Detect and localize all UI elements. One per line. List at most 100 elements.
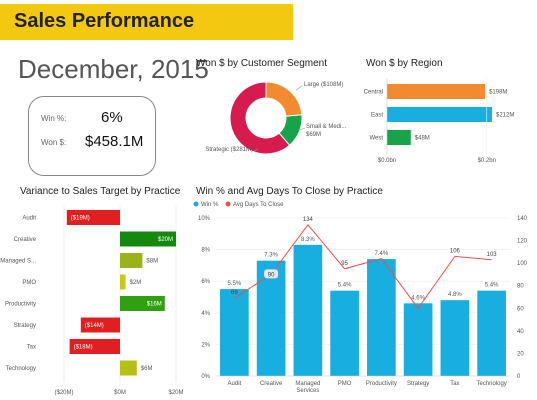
win-pct-bar-productivity — [367, 259, 396, 376]
combo-right-tick: 0 — [517, 374, 521, 380]
combo-right-tick: 20 — [517, 351, 524, 357]
variance-category-label: PMO — [22, 280, 36, 286]
combo-left-tick: 0% — [201, 374, 210, 380]
legend-marker-win-pct — [193, 201, 199, 207]
donut-leader-line — [295, 85, 303, 91]
variance-data-label: $16M — [147, 302, 162, 308]
region-x-tick: $0.0bn — [378, 158, 396, 164]
combo-category-label: Managed — [295, 381, 320, 387]
win-pct-label: Win %: — [41, 114, 67, 123]
legend-marker-avg-days — [225, 201, 231, 207]
variance-bar-chart[interactable]: ($20M) $0M $20M Audit ($19M) Creative $20M Mana… — [0, 200, 190, 400]
segment-chart-title: Won $ by Customer Segment — [196, 58, 327, 69]
combo-right-tick: 120 — [517, 239, 528, 245]
donut-label-strategic-281m: Strategic ($281M) — [205, 147, 253, 153]
combo-category-label: Services — [296, 388, 319, 394]
variance-category-label: Creative — [14, 237, 37, 243]
combo-category-label: Tax — [450, 381, 459, 387]
variance-data-label: $2M — [130, 280, 142, 286]
combo-left-tick: 10% — [198, 216, 211, 222]
legend-label-win-pct: Win % — [201, 202, 219, 208]
kpi-card[interactable]: Win %: 6% Won $: $458.1M — [28, 96, 156, 176]
combo-left-tick: 8% — [201, 248, 210, 254]
variance-category-label: Managed S... — [0, 259, 36, 265]
variance-category-label: Audit — [22, 216, 36, 222]
variance-x-tick: $20M — [168, 390, 183, 396]
win-pct-data-label: 7.4% — [375, 251, 389, 257]
win-pct-data-label: 5.4% — [485, 283, 499, 289]
region-category-label: East — [371, 113, 383, 119]
win-pct-bar-tax — [440, 300, 470, 376]
win-pct-data-label: 5.5% — [228, 281, 242, 287]
region-category-label: Central — [364, 90, 383, 96]
winpct-chart-title: Win % and Avg Days To Close by Practice — [196, 186, 383, 197]
combo-right-tick: 100 — [517, 261, 528, 267]
win-pct-bar-pmo — [330, 290, 359, 376]
variance-x-tick: $0M — [114, 390, 126, 396]
segment-donut-chart[interactable]: Large ($108M) Small & Medi... $69M Strategi… — [196, 72, 366, 182]
donut-slice-large-108m — [265, 81, 303, 117]
region-data-label: $48M — [415, 136, 430, 142]
variance-data-label: $6M — [141, 366, 153, 372]
region-data-label: $198M — [489, 90, 507, 96]
variance-data-label: $20M — [158, 237, 173, 243]
donut-label-large-108m: Large ($108M) — [304, 82, 343, 88]
report-title: Sales Performance — [14, 10, 195, 32]
won-label: Won $: — [41, 138, 67, 147]
variance-category-label: Tax — [27, 345, 36, 351]
win-pct-data-label: 4.8% — [448, 292, 462, 298]
region-bar-east — [387, 107, 492, 122]
variance-category-label: Technology — [6, 366, 36, 372]
variance-bar-pmo — [120, 274, 126, 290]
winpct-combo-chart[interactable]: Win % Avg Days To Close 0% 2% 4% 6% 8% 10% 0 20 40… — [190, 198, 537, 400]
avg-days-data-label: 134 — [303, 217, 314, 223]
variance-data-label: $8M — [146, 259, 158, 265]
combo-right-tick: 60 — [517, 306, 524, 312]
avg-days-data-label: 106 — [450, 248, 461, 254]
win-pct-bar-managed-services — [293, 244, 323, 376]
variance-x-tick: ($20M) — [54, 390, 73, 396]
report-date: December, 2015 — [18, 54, 209, 84]
combo-left-tick: 4% — [201, 311, 210, 317]
region-bar-chart[interactable]: Central $198M East $212M West $48M $0.0bn $0.2b… — [360, 72, 530, 172]
region-bar-central — [387, 84, 486, 99]
region-x-tick: $0.2bn — [478, 158, 496, 164]
variance-data-label: ($19M) — [71, 216, 90, 222]
region-chart-title: Won $ by Region — [366, 58, 443, 69]
donut-label-small-medi-69m: Small & Medi... — [306, 124, 347, 130]
win-pct-data-label: 8.3% — [301, 237, 315, 243]
avg-days-data-label: 103 — [487, 252, 498, 258]
variance-data-label: ($18M) — [74, 345, 93, 351]
donut-label-small-medi-69m: $69M — [306, 132, 321, 138]
win-pct-bar-technology — [477, 290, 506, 376]
combo-category-label: PMO — [338, 381, 352, 387]
won-value: $458.1M — [85, 133, 144, 150]
combo-category-label: Technology — [476, 381, 506, 387]
avg-days-data-label: 90 — [268, 272, 275, 278]
combo-category-label: Creative — [260, 381, 283, 387]
combo-category-label: Strategy — [407, 381, 429, 387]
combo-right-tick: 40 — [517, 329, 524, 335]
combo-right-tick: 80 — [517, 284, 524, 290]
combo-right-tick: 140 — [517, 216, 528, 222]
variance-category-label: Productivity — [5, 302, 36, 308]
region-category-label: West — [369, 136, 383, 142]
combo-category-label: Productivity — [366, 381, 397, 387]
variance-chart-title: Variance to Sales Target by Practice — [20, 186, 181, 197]
variance-bar-managed-s — [120, 253, 143, 268]
variance-data-label: ($14M) — [85, 323, 104, 329]
win-pct-value: 6% — [101, 109, 123, 126]
win-pct-data-label: 7.3% — [264, 253, 278, 259]
avg-days-data-label: 69 — [231, 290, 238, 296]
avg-days-data-label: 95 — [341, 261, 348, 267]
win-pct-data-label: 5.4% — [338, 283, 352, 289]
region-data-label: $212M — [496, 113, 514, 119]
region-bar-west — [387, 130, 411, 145]
win-pct-bar-strategy — [403, 303, 433, 376]
combo-category-label: Audit — [228, 381, 242, 387]
win-pct-bar-audit — [220, 289, 249, 376]
combo-left-tick: 2% — [201, 342, 210, 348]
legend-label-avg-days: Avg Days To Close — [233, 202, 284, 208]
variance-bar-technology — [120, 360, 137, 376]
combo-left-tick: 6% — [201, 279, 210, 285]
